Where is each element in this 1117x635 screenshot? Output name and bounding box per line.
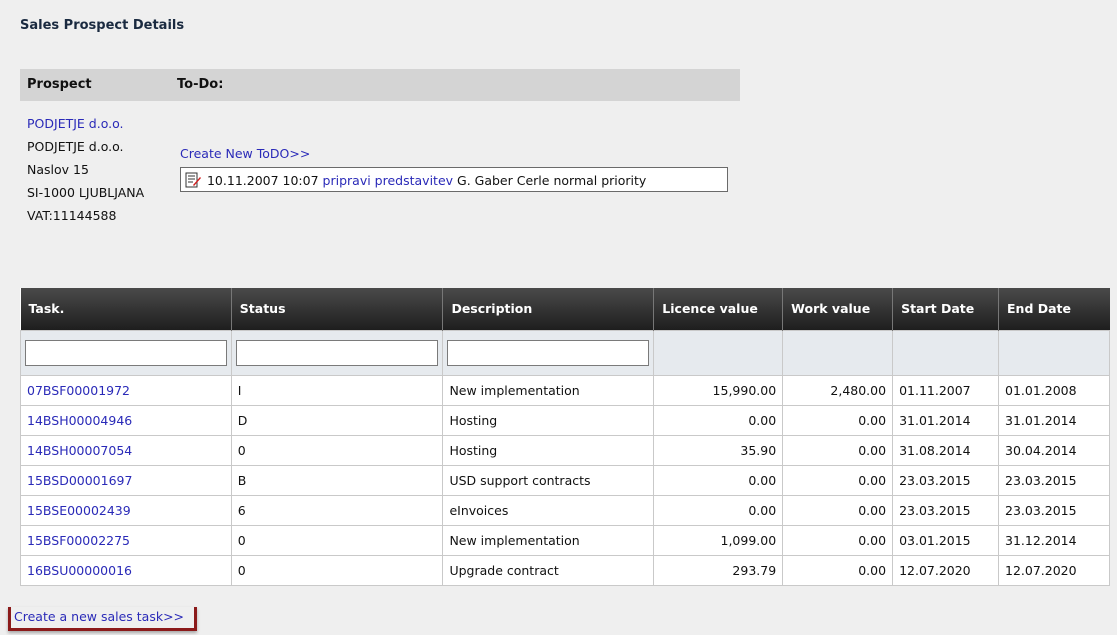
todo-assignee: G. Gaber Cerle xyxy=(457,173,550,188)
table-row: 15BSE00002439 6 eInvoices 0.00 0.00 23.0… xyxy=(20,494,1110,526)
task-end: 31.12.2014 xyxy=(998,524,1110,556)
page-title: Sales Prospect Details xyxy=(20,18,185,33)
task-status: D xyxy=(230,404,444,436)
task-end: 30.04.2014 xyxy=(998,434,1110,466)
create-sales-task-link[interactable]: Create a new sales task>> xyxy=(14,609,184,624)
col-description[interactable]: Description xyxy=(442,288,655,330)
filter-row xyxy=(20,329,1110,376)
task-link[interactable]: 15BSD00001697 xyxy=(27,473,132,488)
task-start: 31.08.2014 xyxy=(892,434,999,466)
task-description: eInvoices xyxy=(442,494,655,526)
task-status: 6 xyxy=(230,494,444,526)
col-end-date[interactable]: End Date xyxy=(998,288,1110,330)
filter-status-input[interactable] xyxy=(235,339,439,366)
col-start-date[interactable]: Start Date xyxy=(892,288,999,330)
todo-priority: normal priority xyxy=(553,173,647,188)
task-link[interactable]: 07BSF00001972 xyxy=(27,383,130,398)
task-link[interactable]: 15BSF00002275 xyxy=(27,533,130,548)
table-row: 16BSU00000016 0 Upgrade contract 293.79 … xyxy=(20,554,1110,586)
prospect-city: SI-1000 LJUBLJANA xyxy=(27,185,145,200)
task-start: 12.07.2020 xyxy=(892,554,999,586)
prospect-heading: Prospect xyxy=(27,77,92,92)
task-licence: 0.00 xyxy=(653,464,784,496)
task-work: 0.00 xyxy=(782,524,894,556)
prospect-vat: VAT:11144588 xyxy=(27,208,117,223)
task-description: Hosting xyxy=(442,404,655,436)
task-licence: 15,990.00 xyxy=(653,374,784,406)
task-link[interactable]: 15BSE00002439 xyxy=(27,503,131,518)
edit-note-icon[interactable] xyxy=(185,172,201,188)
todo-datetime: 10.11.2007 10:07 xyxy=(206,173,319,188)
task-link[interactable]: 14BSH00004946 xyxy=(27,413,132,428)
table-row: 15BSD00001697 B USD support contracts 0.… xyxy=(20,464,1110,496)
table-row: 14BSH00004946 D Hosting 0.00 0.00 31.01.… xyxy=(20,404,1110,436)
task-end: 23.03.2015 xyxy=(998,464,1110,496)
task-start: 01.11.2007 xyxy=(892,374,999,406)
task-status: 0 xyxy=(230,434,444,466)
task-description: USD support contracts xyxy=(442,464,655,496)
todo-heading: To-Do: xyxy=(177,77,224,92)
task-description: Upgrade contract xyxy=(442,554,655,586)
task-description: New implementation xyxy=(442,524,655,556)
task-start: 23.03.2015 xyxy=(892,464,999,496)
task-start: 23.03.2015 xyxy=(892,494,999,526)
prospect-address: Naslov 15 xyxy=(27,162,89,177)
table-row: 15BSF00002275 0 New implementation 1,099… xyxy=(20,524,1110,556)
task-status: 0 xyxy=(230,524,444,556)
col-work-value[interactable]: Work value xyxy=(782,288,894,330)
task-end: 12.07.2020 xyxy=(998,554,1110,586)
table-row: 14BSH00007054 0 Hosting 35.90 0.00 31.08… xyxy=(20,434,1110,466)
col-licence-value[interactable]: Licence value xyxy=(653,288,784,330)
create-todo-link[interactable]: Create New ToDO>> xyxy=(180,146,728,161)
col-task[interactable]: Task. xyxy=(20,288,232,330)
prospect-link[interactable]: PODJETJE d.o.o. xyxy=(27,116,124,131)
task-licence: 293.79 xyxy=(653,554,784,586)
task-work: 0.00 xyxy=(782,404,894,436)
task-work: 0.00 xyxy=(782,554,894,586)
task-start: 03.01.2015 xyxy=(892,524,999,556)
task-end: 31.01.2014 xyxy=(998,404,1110,436)
filter-description-input[interactable] xyxy=(447,339,650,366)
prospect-info: PODJETJE d.o.o. PODJETJE d.o.o. Naslov 1… xyxy=(27,112,144,227)
todo-area: Create New ToDO>> 10.11.2007 10:07 pripr… xyxy=(180,146,728,192)
task-description: New implementation xyxy=(442,374,655,406)
prospect-name: PODJETJE d.o.o. xyxy=(27,139,124,154)
task-status: 0 xyxy=(230,554,444,586)
task-work: 0.00 xyxy=(782,464,894,496)
task-licence: 0.00 xyxy=(653,494,784,526)
task-end: 01.01.2008 xyxy=(998,374,1110,406)
todo-title-link[interactable]: pripravi predstavitev xyxy=(323,173,453,188)
task-status: I xyxy=(230,374,444,406)
task-status: B xyxy=(230,464,444,496)
tasks-table: Task. Status Description Licence value W… xyxy=(20,288,1110,586)
task-licence: 0.00 xyxy=(653,404,784,436)
task-description: Hosting xyxy=(442,434,655,466)
task-end: 23.03.2015 xyxy=(998,494,1110,526)
task-licence: 1,099.00 xyxy=(653,524,784,556)
task-link[interactable]: 16BSU00000016 xyxy=(27,563,132,578)
prospect-header: Prospect To-Do: xyxy=(20,69,740,101)
task-work: 0.00 xyxy=(782,434,894,466)
task-licence: 35.90 xyxy=(653,434,784,466)
filter-task-input[interactable] xyxy=(25,339,227,366)
todo-item: 10.11.2007 10:07 pripravi predstavitev G… xyxy=(180,167,728,192)
task-work: 0.00 xyxy=(782,494,894,526)
table-row: 07BSF00001972 I New implementation 15,99… xyxy=(20,374,1110,406)
task-link[interactable]: 14BSH00007054 xyxy=(27,443,132,458)
create-task-box: Create a new sales task>> xyxy=(8,607,198,631)
task-work: 2,480.00 xyxy=(782,374,894,406)
col-status[interactable]: Status xyxy=(231,288,444,330)
task-start: 31.01.2014 xyxy=(892,404,999,436)
